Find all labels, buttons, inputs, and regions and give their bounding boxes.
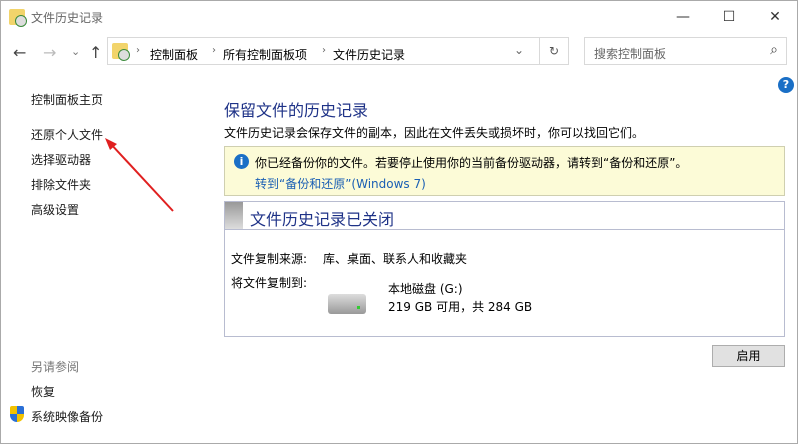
recent-locations-button[interactable]: ⌄ bbox=[71, 45, 80, 58]
drive-space: 219 GB 可用，共 284 GB bbox=[388, 300, 533, 314]
sidebar-item-home[interactable]: 控制面板主页 bbox=[31, 91, 103, 108]
back-button[interactable]: ← bbox=[13, 43, 26, 62]
sidebar-item-exclude[interactable]: 排除文件夹 bbox=[31, 176, 91, 193]
enable-button[interactable]: 启用 bbox=[712, 345, 785, 367]
location-icon bbox=[112, 43, 130, 61]
see-also-label: 另请参阅 bbox=[31, 360, 80, 374]
page-title: 保留文件的历史记录 bbox=[224, 101, 369, 120]
sidebar-item-recovery[interactable]: 恢复 bbox=[31, 383, 55, 400]
drive-name: 本地磁盘 (G:) bbox=[388, 282, 463, 296]
destination-label: 将文件复制到: bbox=[231, 276, 308, 290]
refresh-button[interactable]: ↻ bbox=[539, 37, 569, 65]
info-icon: i bbox=[234, 154, 249, 169]
close-button[interactable]: ✕ bbox=[753, 3, 797, 31]
chevron-right-icon: › bbox=[212, 45, 216, 56]
maximize-button[interactable]: ☐ bbox=[707, 3, 751, 31]
up-button[interactable]: ↑ bbox=[89, 43, 102, 62]
sidebar-item-system-image[interactable]: 系统映像备份 bbox=[31, 408, 103, 425]
minimize-button[interactable]: — bbox=[661, 3, 705, 31]
window-title: 文件历史记录 bbox=[31, 11, 104, 25]
breadcrumb-file-history[interactable]: 文件历史记录 bbox=[333, 46, 405, 63]
status-title: 文件历史记录已关闭 bbox=[250, 210, 395, 229]
drive-icon bbox=[328, 294, 366, 314]
annotation-arrow bbox=[105, 138, 174, 212]
search-icon: ⌕ bbox=[770, 42, 778, 58]
backup-restore-link[interactable]: 转到“备份和还原”(Windows 7) bbox=[255, 175, 426, 192]
chevron-right-icon: › bbox=[322, 45, 326, 56]
address-bar[interactable]: › 控制面板 › 所有控制面板项 › 文件历史记录 ⌄ bbox=[107, 37, 540, 65]
status-bar-decoration bbox=[225, 202, 243, 229]
status-panel: 文件历史记录已关闭 文件复制来源: 库、桌面、联系人和收藏夹 将文件复制到: 本… bbox=[224, 201, 785, 337]
page-description: 文件历史记录会保存文件的副本，因此在文件丢失或损坏时，你可以找回它们。 bbox=[224, 126, 645, 140]
forward-button[interactable]: → bbox=[43, 43, 56, 62]
search-input[interactable]: 搜索控制面板 ⌕ bbox=[584, 37, 787, 65]
shield-icon bbox=[10, 406, 24, 422]
source-value: 库、桌面、联系人和收藏夹 bbox=[323, 252, 468, 266]
source-label: 文件复制来源: bbox=[231, 252, 308, 266]
help-icon[interactable]: ? bbox=[778, 77, 794, 93]
breadcrumb-control-panel[interactable]: 控制面板 bbox=[150, 46, 198, 63]
search-placeholder: 搜索控制面板 bbox=[594, 47, 667, 61]
sidebar-item-select-drive[interactable]: 选择驱动器 bbox=[31, 151, 91, 168]
sidebar-item-advanced[interactable]: 高级设置 bbox=[31, 201, 79, 218]
sidebar-item-restore[interactable]: 还原个人文件 bbox=[31, 126, 103, 143]
address-dropdown-icon[interactable]: ⌄ bbox=[514, 43, 524, 57]
info-text: 你已经备份你的文件。若要停止使用你的当前备份驱动器，请转到“备份和还原”。 bbox=[255, 156, 688, 170]
file-history-icon bbox=[9, 9, 27, 27]
breadcrumb-all-items[interactable]: 所有控制面板项 bbox=[223, 46, 307, 63]
info-banner: i 你已经备份你的文件。若要停止使用你的当前备份驱动器，请转到“备份和还原”。 … bbox=[224, 146, 785, 196]
chevron-right-icon: › bbox=[136, 45, 140, 56]
